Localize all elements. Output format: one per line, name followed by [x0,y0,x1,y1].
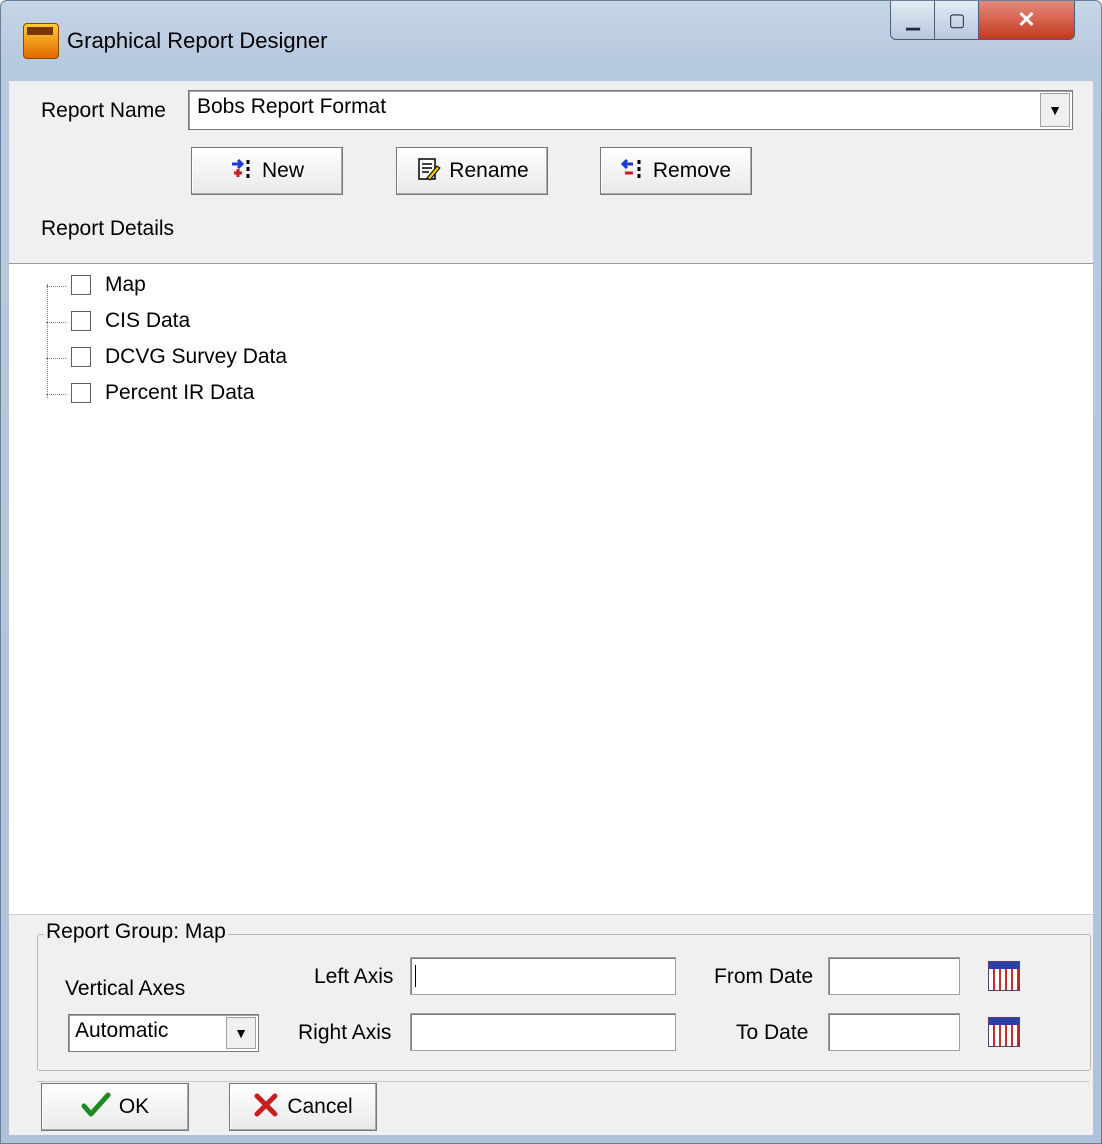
maximize-icon: ▢ [948,9,966,30]
close-icon: ✕ [1017,7,1036,32]
rename-button[interactable]: Rename [396,147,548,195]
report-group-box: Report Group: Map Vertical Axes Automati… [37,920,1091,1071]
report-name-value: Bobs Report Format [197,95,387,118]
tree-item-label: Map [105,273,146,296]
close-button[interactable]: ✕ [978,1,1075,40]
window-title: Graphical Report Designer [67,28,328,53]
tree-connector [47,284,48,398]
cancel-x-icon [253,1092,279,1122]
rename-button-label: Rename [449,159,529,182]
cis-data-checkbox[interactable] [71,311,91,331]
cancel-button[interactable]: Cancel [229,1083,377,1131]
add-item-icon [230,157,254,185]
remove-button[interactable]: Remove [600,147,752,195]
tree-branch [46,286,66,287]
left-axis-label: Left Axis [314,965,394,988]
app-window: Graphical Report Designer ▁ ▢ ✕ Report N… [0,0,1102,1144]
calendar-icon[interactable] [988,961,1020,991]
divider [37,1081,1089,1082]
report-name-label: Report Name [41,99,166,122]
dialog-body: Report Name Bobs Report Format ▼ New Ren… [9,81,1093,1135]
remove-item-icon [620,157,645,185]
vertical-axes-value: Automatic [75,1019,169,1042]
to-date-input[interactable] [828,1013,960,1051]
tree-branch [46,322,66,323]
new-button-label: New [261,159,304,182]
cancel-button-label: Cancel [287,1095,353,1118]
tree-item-label: DCVG Survey Data [105,345,288,368]
title-bar: Graphical Report Designer ▁ ▢ ✕ [1,1,1101,81]
remove-button-label: Remove [652,159,732,182]
right-axis-label: Right Axis [298,1021,392,1044]
minimize-button[interactable]: ▁ [890,1,936,40]
minimize-icon: ▁ [906,9,920,30]
chevron-down-icon: ▼ [234,1025,248,1041]
report-name-combo[interactable]: Bobs Report Format ▼ [188,90,1073,130]
map-checkbox[interactable] [71,275,91,295]
tree-branch [46,394,66,395]
report-details-tree[interactable]: Map CIS Data DCVG Survey Data Percent IR… [9,263,1093,915]
maximize-button[interactable]: ▢ [934,1,980,40]
text-caret [415,965,416,987]
right-axis-input[interactable] [410,1013,676,1051]
tree-item-label: CIS Data [105,309,191,332]
report-details-label: Report Details [41,217,175,240]
tree-branch [46,358,66,359]
checkmark-icon [81,1092,111,1122]
chevron-down-icon: ▼ [1048,102,1062,118]
app-logo-icon [23,23,59,59]
new-button[interactable]: New [191,147,343,195]
from-date-label: From Date [714,965,814,988]
vertical-axes-select[interactable]: Automatic ▼ [68,1014,259,1052]
report-name-dropdown-button[interactable]: ▼ [1040,93,1070,127]
calendar-icon[interactable] [988,1017,1020,1047]
rename-icon [415,156,442,186]
vertical-axes-label: Vertical Axes [65,977,186,1000]
dcvg-survey-data-checkbox[interactable] [71,347,91,367]
ok-button[interactable]: OK [41,1083,189,1131]
report-group-title: Report Group: Map [44,920,228,944]
to-date-label: To Date [736,1021,809,1044]
ok-button-label: OK [118,1095,150,1118]
left-axis-input[interactable] [410,957,676,995]
vertical-axes-dropdown-button[interactable]: ▼ [226,1017,256,1049]
percent-ir-data-checkbox[interactable] [71,383,91,403]
tree-item-label: Percent IR Data [105,381,255,404]
from-date-input[interactable] [828,957,960,995]
